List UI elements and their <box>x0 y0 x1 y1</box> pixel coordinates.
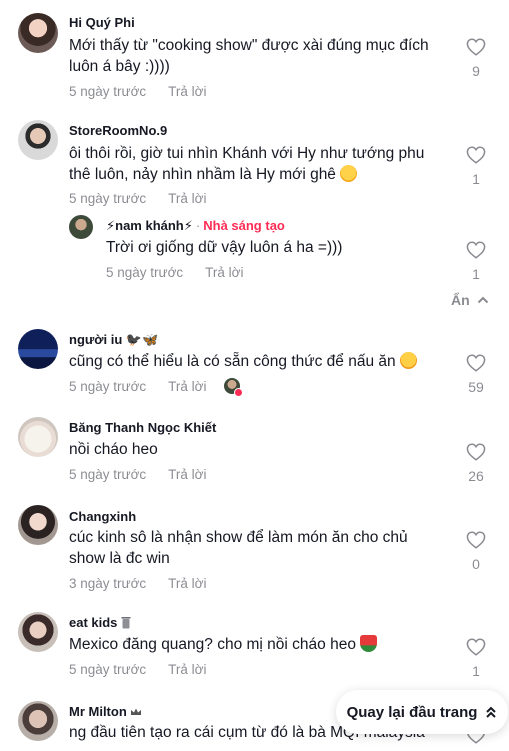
like-button[interactable]: 1 <box>461 638 491 679</box>
comment-time: 5 ngày trước <box>69 467 147 482</box>
creator-badge: Nhà sáng tạo <box>203 218 285 233</box>
heart-outline-icon <box>466 38 486 56</box>
like-count: 9 <box>472 63 480 79</box>
hide-replies-button[interactable]: Ẩn <box>451 292 489 308</box>
comment-meta: 3 ngày trước Trả lời <box>69 576 207 591</box>
grinning-sweat-emoji-icon <box>340 165 358 182</box>
comment-username[interactable]: Changxinh <box>69 509 136 524</box>
avatar[interactable] <box>18 505 58 545</box>
reply-button[interactable]: Trả lời <box>168 467 206 482</box>
comment-text: ôi thôi rồi, giờ tui nhìn Khánh với Hy n… <box>69 143 449 185</box>
reply-button[interactable]: Trả lời <box>205 265 243 280</box>
crown-emoji-icon <box>131 708 142 715</box>
comment-text-content: cũng có thể hiểu là có sẵn công thức để … <box>69 353 396 370</box>
heart-outline-icon <box>466 443 486 461</box>
avatar[interactable] <box>18 329 58 369</box>
chevron-up-icon <box>477 296 488 304</box>
reply-text: Trời ơi giống dữ vậy luôn á ha =))) <box>106 239 343 256</box>
comment-meta: 5 ngày trước Trả lời <box>69 467 207 482</box>
comment-meta: 5 ngày trước Trả lời <box>69 191 207 206</box>
like-count: 26 <box>468 468 484 484</box>
avatar[interactable] <box>18 417 58 457</box>
comment-username[interactable]: người iu 🐦‍⬛🦋 <box>69 332 158 348</box>
comment-text: nồi cháo heo <box>69 441 158 458</box>
comment-username[interactable]: StoreRoomNo.9 <box>69 123 167 138</box>
comment-text-content: Mexico đăng quang? cho mị nồi cháo heo <box>69 636 356 653</box>
comment-meta: 5 ngày trước Trả lời <box>69 379 207 394</box>
like-button[interactable]: 26 <box>461 443 491 484</box>
heart-outline-icon <box>466 354 486 372</box>
avatar[interactable] <box>18 120 58 160</box>
back-to-top-label: Quay lại đầu trang <box>346 703 478 721</box>
like-button[interactable]: 59 <box>461 354 491 395</box>
like-button[interactable]: 1 <box>461 146 491 187</box>
like-count: 1 <box>472 663 480 679</box>
comment-time: 5 ngày trước <box>69 662 147 677</box>
reply-button[interactable]: Trả lời <box>168 191 206 206</box>
comment-text: Mới thấy từ "cooking show" được xài đúng… <box>69 37 429 75</box>
avatar[interactable] <box>18 701 58 741</box>
comment-time: 5 ngày trước <box>69 84 147 99</box>
comment-time: 5 ngày trước <box>69 379 147 394</box>
double-chevron-up-icon <box>486 706 497 718</box>
comment-text-content: ôi thôi rồi, giờ tui nhìn Khánh với Hy n… <box>69 145 425 183</box>
reply-button[interactable]: Trả lời <box>168 576 206 591</box>
heart-outline-icon <box>466 638 486 656</box>
comment-time: 5 ngày trước <box>69 191 147 206</box>
like-count: 0 <box>472 556 480 572</box>
avatar[interactable] <box>18 13 58 53</box>
reply-username[interactable]: ⚡nam khánh⚡ <box>106 218 193 233</box>
reply-button[interactable]: Trả lời <box>168 662 206 677</box>
comment-text: cũng có thể hiểu là có sẵn công thức để … <box>69 351 449 372</box>
heart-outline-icon <box>466 146 486 164</box>
comment-text: cúc kinh sô là nhận show để làm món ăn c… <box>69 529 408 567</box>
hide-label: Ẩn <box>451 292 470 308</box>
reply-avatar[interactable] <box>69 215 93 239</box>
like-button[interactable]: 1 <box>461 241 491 282</box>
comment-username[interactable]: Hi Quý Phi <box>69 15 135 30</box>
heart-outline-icon <box>466 241 486 259</box>
reply-button[interactable]: Trả lời <box>168 379 206 394</box>
smiling-hearts-emoji-icon <box>399 352 417 369</box>
like-count: 59 <box>468 379 484 395</box>
separator-dot: · <box>195 218 201 233</box>
reply-header: ⚡nam khánh⚡ · Nhà sáng tạo <box>106 218 285 234</box>
avatar[interactable] <box>18 612 58 652</box>
username-text[interactable]: Mr Milton <box>69 704 127 719</box>
comment-meta: 5 ngày trước Trả lời <box>69 84 207 99</box>
like-button[interactable]: 9 <box>461 38 491 79</box>
watermelon-emoji-icon <box>360 635 378 652</box>
comment-meta: 5 ngày trước Trả lời <box>69 662 207 677</box>
comment-username[interactable]: Băng Thanh Ngọc Khiết <box>69 420 216 435</box>
creator-liked-heart-icon <box>234 388 243 397</box>
comment-username: eat kids <box>69 615 131 630</box>
comment-text: Mexico đăng quang? cho mị nồi cháo heo <box>69 634 449 655</box>
like-count: 1 <box>472 171 480 187</box>
trash-emoji-icon <box>121 617 131 629</box>
comment-username: Mr Milton <box>69 704 142 719</box>
like-count: 1 <box>472 266 480 282</box>
reply-time: 5 ngày trước <box>106 265 184 280</box>
like-button[interactable]: 0 <box>461 531 491 572</box>
comment-time: 3 ngày trước <box>69 576 147 591</box>
reply-button[interactable]: Trả lời <box>168 84 206 99</box>
back-to-top-button[interactable]: Quay lại đầu trang <box>336 690 508 734</box>
heart-outline-icon <box>466 531 486 549</box>
username-text[interactable]: eat kids <box>69 615 117 630</box>
reply-meta: 5 ngày trước Trả lời <box>106 265 244 280</box>
